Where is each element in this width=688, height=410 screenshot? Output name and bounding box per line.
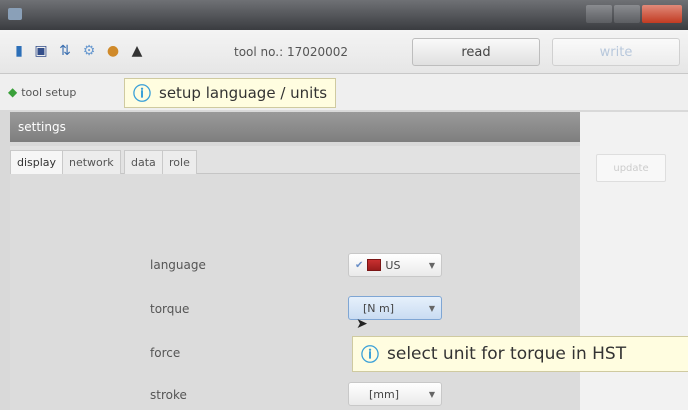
check-icon: ✔ xyxy=(355,259,364,271)
tool-setup-tab[interactable]: ◆ tool setup xyxy=(8,80,76,104)
setup-bar: ◆ tool setup xyxy=(0,74,688,110)
chevron-down-icon: ▼ xyxy=(428,303,435,313)
settings-header: settings xyxy=(10,112,580,142)
info-icon: ⓘ xyxy=(361,345,379,366)
window-controls xyxy=(586,5,682,23)
toolbar-tooltip: ⓘ setup language / units xyxy=(124,78,337,108)
toolbar: ▮ ▣ ⇅ ⚙ ● ▲ tool no.: 17020002 read writ… xyxy=(0,30,688,74)
language-select[interactable]: ✔ US ▼ xyxy=(348,253,442,277)
app-icon xyxy=(8,8,22,20)
green-arrow-icon: ◆ xyxy=(8,85,18,99)
info-icon: ⓘ xyxy=(133,84,151,105)
chevron-down-icon: ▼ xyxy=(428,260,435,270)
display-settings-content xyxy=(10,174,580,410)
language-value: US xyxy=(385,258,401,272)
close-button[interactable] xyxy=(642,5,682,23)
torque-tooltip: ⓘ select unit for torque in HST xyxy=(352,336,688,372)
tab-network[interactable]: network xyxy=(62,150,121,174)
save-icon[interactable]: ▣ xyxy=(32,42,50,60)
chevron-down-icon: ▼ xyxy=(428,389,435,399)
window-title xyxy=(30,8,220,20)
tab-role[interactable]: role xyxy=(162,150,197,174)
write-button[interactable]: write xyxy=(552,38,680,66)
users-icon[interactable]: ● xyxy=(104,42,122,60)
title-bar xyxy=(0,0,688,30)
tool-setup-label: tool setup xyxy=(21,85,77,99)
tooltip-text: setup language / units xyxy=(159,84,328,102)
torque-label: torque xyxy=(150,302,190,316)
stroke-label: stroke xyxy=(150,388,187,402)
mouse-cursor-icon: ➤ xyxy=(356,316,368,332)
stroke-value: [mm] xyxy=(369,387,400,401)
tab-data[interactable]: data xyxy=(124,150,163,174)
tab-display[interactable]: display xyxy=(10,150,64,174)
torque-value: [N m] xyxy=(363,301,395,315)
lock-icon[interactable]: ▲ xyxy=(128,42,146,60)
tooltip-text: select unit for torque in HST xyxy=(387,344,627,364)
tool-number-label: tool no.: 17020002 xyxy=(234,45,349,59)
transfer-icon[interactable]: ⇅ xyxy=(56,42,74,60)
language-label: language xyxy=(150,258,206,272)
chart-icon[interactable]: ▮ xyxy=(10,42,28,60)
stroke-select[interactable]: [mm] ▼ xyxy=(348,382,442,406)
maximize-button[interactable] xyxy=(614,5,640,23)
read-button[interactable]: read xyxy=(412,38,540,66)
us-flag-icon xyxy=(367,259,382,271)
settings-tabbar: display network data role xyxy=(10,146,580,174)
minimize-button[interactable] xyxy=(586,5,612,23)
settings-icon[interactable]: ⚙ xyxy=(80,42,98,60)
update-button[interactable]: update xyxy=(596,154,666,182)
force-label: force xyxy=(150,346,181,360)
